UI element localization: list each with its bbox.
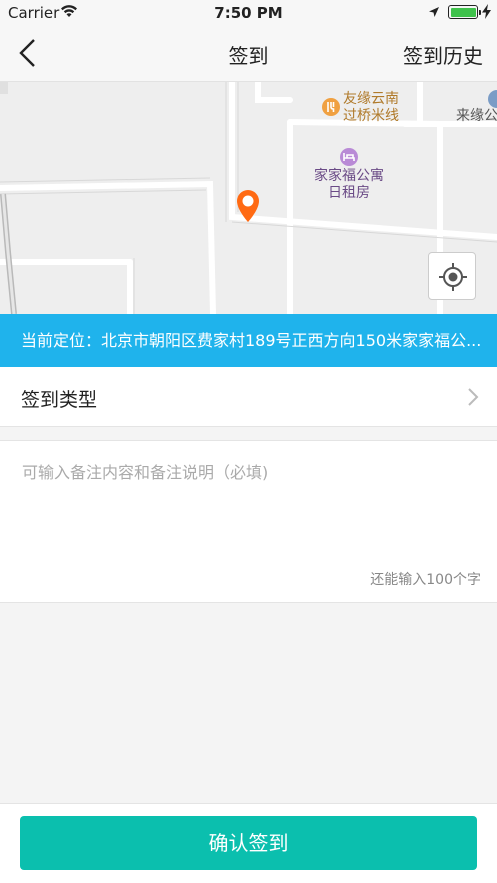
remark-input[interactable] [10, 449, 487, 559]
checkin-history-button[interactable]: 签到历史 [403, 40, 483, 69]
battery-icon [448, 5, 481, 19]
checkin-type-row[interactable]: 签到类型 [0, 367, 497, 427]
poi-label-partial[interactable]: 来缘公 [456, 108, 497, 125]
restaurant-icon [322, 98, 340, 116]
charging-bolt-icon [482, 4, 491, 19]
remark-section: 还能输入100个字 [0, 440, 497, 603]
poi-label-restaurant[interactable]: 友缘云南过桥米线 [343, 91, 405, 125]
location-pin-icon [237, 190, 259, 222]
poi-label-hotel[interactable]: 家家福公寓日租房 [310, 168, 388, 202]
map-view[interactable]: 友缘云南过桥米线 家家福公寓日租房 来缘公 [0, 82, 497, 314]
checkin-type-label: 签到类型 [21, 389, 98, 411]
remark-char-counter: 还能输入100个字 [370, 572, 481, 588]
bottom-bar: 确认签到 [0, 803, 497, 883]
current-location-text: 当前定位：北京市朝阳区费家村189号正西方向150米家家福公... [21, 331, 482, 350]
location-arrow-icon [429, 7, 439, 17]
crosshair-icon [439, 263, 467, 291]
current-location-bar: 当前定位：北京市朝阳区费家村189号正西方向150米家家福公... [0, 314, 497, 367]
hotel-icon [340, 148, 358, 166]
status-bar: Carrier 7:50 PM [0, 0, 497, 26]
nav-bar: 签到 签到历史 [0, 26, 497, 82]
confirm-checkin-button[interactable]: 确认签到 [20, 816, 477, 870]
locate-me-button[interactable] [428, 252, 476, 300]
clock: 7:50 PM [214, 4, 283, 22]
chevron-right-icon [468, 388, 479, 406]
